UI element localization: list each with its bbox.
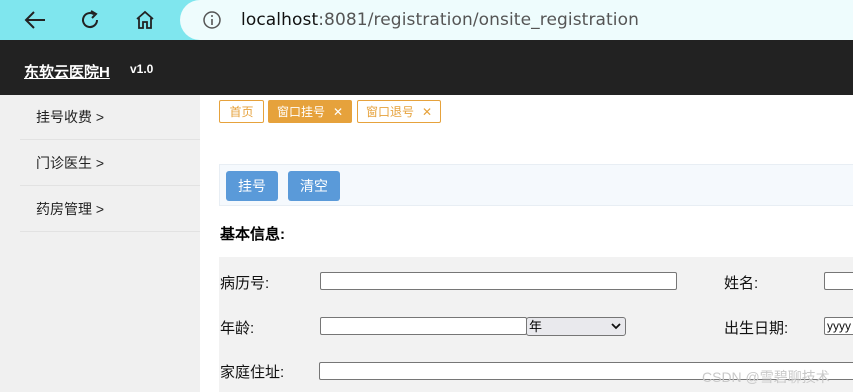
url-host: localhost — [241, 10, 319, 30]
close-icon[interactable]: ✕ — [422, 105, 432, 119]
tab-home[interactable]: 首页 — [219, 100, 264, 123]
version-label: v1.0 — [130, 62, 154, 76]
name-label: 姓名: — [724, 275, 759, 292]
url-path: :8081/registration/onsite_registration — [318, 10, 640, 30]
brand-link[interactable]: 东软云医院H — [24, 61, 110, 82]
name-input[interactable] — [824, 272, 853, 290]
browser-toolbar: localhost:8081/registration/onsite_regis… — [0, 0, 853, 40]
birthdate-input[interactable]: yyyy — [824, 317, 853, 335]
sidebar: 挂号收费 > 门诊医生 > 药房管理 > — [0, 95, 200, 392]
age-input[interactable] — [320, 317, 527, 335]
watermark: CSDN @雪碧聊技术 — [702, 369, 830, 385]
tab-window-refund-label: 窗口退号 — [366, 105, 415, 119]
clear-button[interactable]: 清空 — [288, 171, 340, 201]
sidebar-item-registration-billing[interactable]: 挂号收费 > — [20, 95, 200, 140]
site-info-icon[interactable] — [202, 10, 222, 30]
record-no-input[interactable] — [320, 272, 677, 290]
birthdate-label: 出生日期: — [724, 320, 789, 337]
birthdate-placeholder: yyyy — [827, 319, 851, 333]
reload-icon[interactable] — [72, 0, 108, 40]
record-no-label: 病历号: — [220, 275, 270, 292]
url-text: localhost:8081/registration/onsite_regis… — [241, 0, 639, 40]
register-button[interactable]: 挂号 — [226, 171, 278, 201]
tab-window-registration[interactable]: 窗口挂号 ✕ — [268, 100, 352, 123]
age-unit-select[interactable]: 年 — [526, 317, 626, 336]
chevron-down-icon — [611, 323, 621, 330]
tab-home-label: 首页 — [229, 105, 254, 119]
app-header: 东软云医院H v1.0 — [0, 40, 853, 95]
age-unit-value: 年 — [529, 319, 543, 334]
address-label: 家庭住址: — [220, 364, 285, 381]
close-icon[interactable]: ✕ — [333, 105, 343, 119]
back-arrow-icon[interactable] — [17, 0, 53, 40]
home-icon[interactable] — [127, 0, 163, 40]
age-label: 年龄: — [220, 320, 255, 337]
action-toolbar: 挂号 清空 — [219, 164, 853, 206]
address-bar[interactable]: localhost:8081/registration/onsite_regis… — [180, 0, 853, 40]
tab-window-registration-label: 窗口挂号 — [277, 105, 326, 119]
section-title: 基本信息: — [220, 226, 285, 243]
tab-window-refund[interactable]: 窗口退号 ✕ — [357, 100, 441, 123]
sidebar-item-pharmacy-management[interactable]: 药房管理 > — [20, 187, 200, 232]
sidebar-item-outpatient-doctor[interactable]: 门诊医生 > — [20, 141, 200, 186]
